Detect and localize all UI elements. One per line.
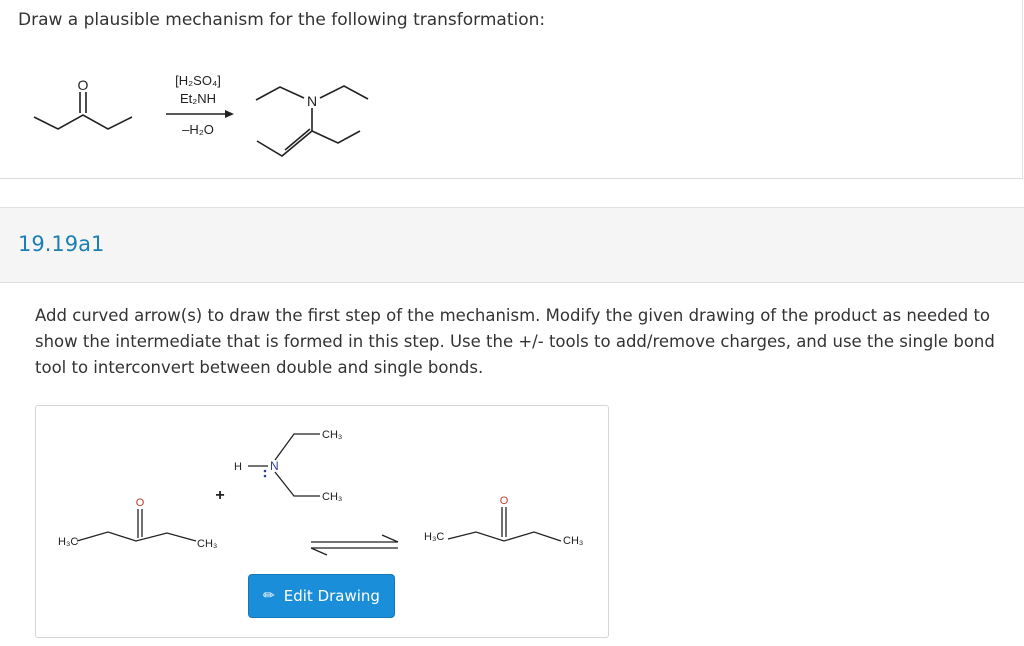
reagent-acid: [H₂SO₄] xyxy=(175,73,221,88)
amine-ch3-bottom-label: CH₃ xyxy=(322,491,342,503)
amine-skeleton xyxy=(248,433,320,497)
pencil-icon: ✏ xyxy=(263,588,275,604)
part-label: 19.19a1 xyxy=(18,232,105,256)
right-oxygen-label: O xyxy=(500,495,509,507)
left-oxygen-label: O xyxy=(136,497,145,509)
plus-sign: + xyxy=(215,487,224,504)
reaction-scheme: O [H₂SO₄] Et₂NH –H₂O N xyxy=(33,73,369,157)
left-h3c-label: H₃C xyxy=(58,536,78,548)
lone-pair-dots xyxy=(263,469,267,478)
equilibrium-arrow xyxy=(310,534,399,556)
left-ketone-skeleton xyxy=(76,509,197,542)
reaction-byproduct: –H₂O xyxy=(182,122,214,137)
amine-ch3-top-label: CH₃ xyxy=(322,429,342,441)
reaction-arrow xyxy=(166,110,234,118)
right-ketone-skeleton xyxy=(447,507,562,542)
instructions-text: Add curved arrow(s) to draw the first st… xyxy=(35,306,995,377)
part-header xyxy=(0,207,1024,283)
reactant-ketone xyxy=(33,92,133,130)
amine-h-label: H xyxy=(234,461,242,473)
reagent-amine: Et₂NH xyxy=(180,91,216,106)
reactant-oxygen-label: O xyxy=(78,77,89,93)
right-ch3-label: CH₃ xyxy=(563,535,583,547)
edit-drawing-button[interactable]: ✏ Edit Drawing xyxy=(248,574,395,618)
left-ch3-label: CH₃ xyxy=(197,538,217,550)
product-nitrogen-label: N xyxy=(307,93,317,109)
amine-n-label: N xyxy=(270,459,279,473)
edit-drawing-label: Edit Drawing xyxy=(283,587,380,605)
right-h3c-label: H₃C xyxy=(424,531,444,543)
question-card: Draw a plausible mechanism for the follo… xyxy=(0,0,1023,179)
